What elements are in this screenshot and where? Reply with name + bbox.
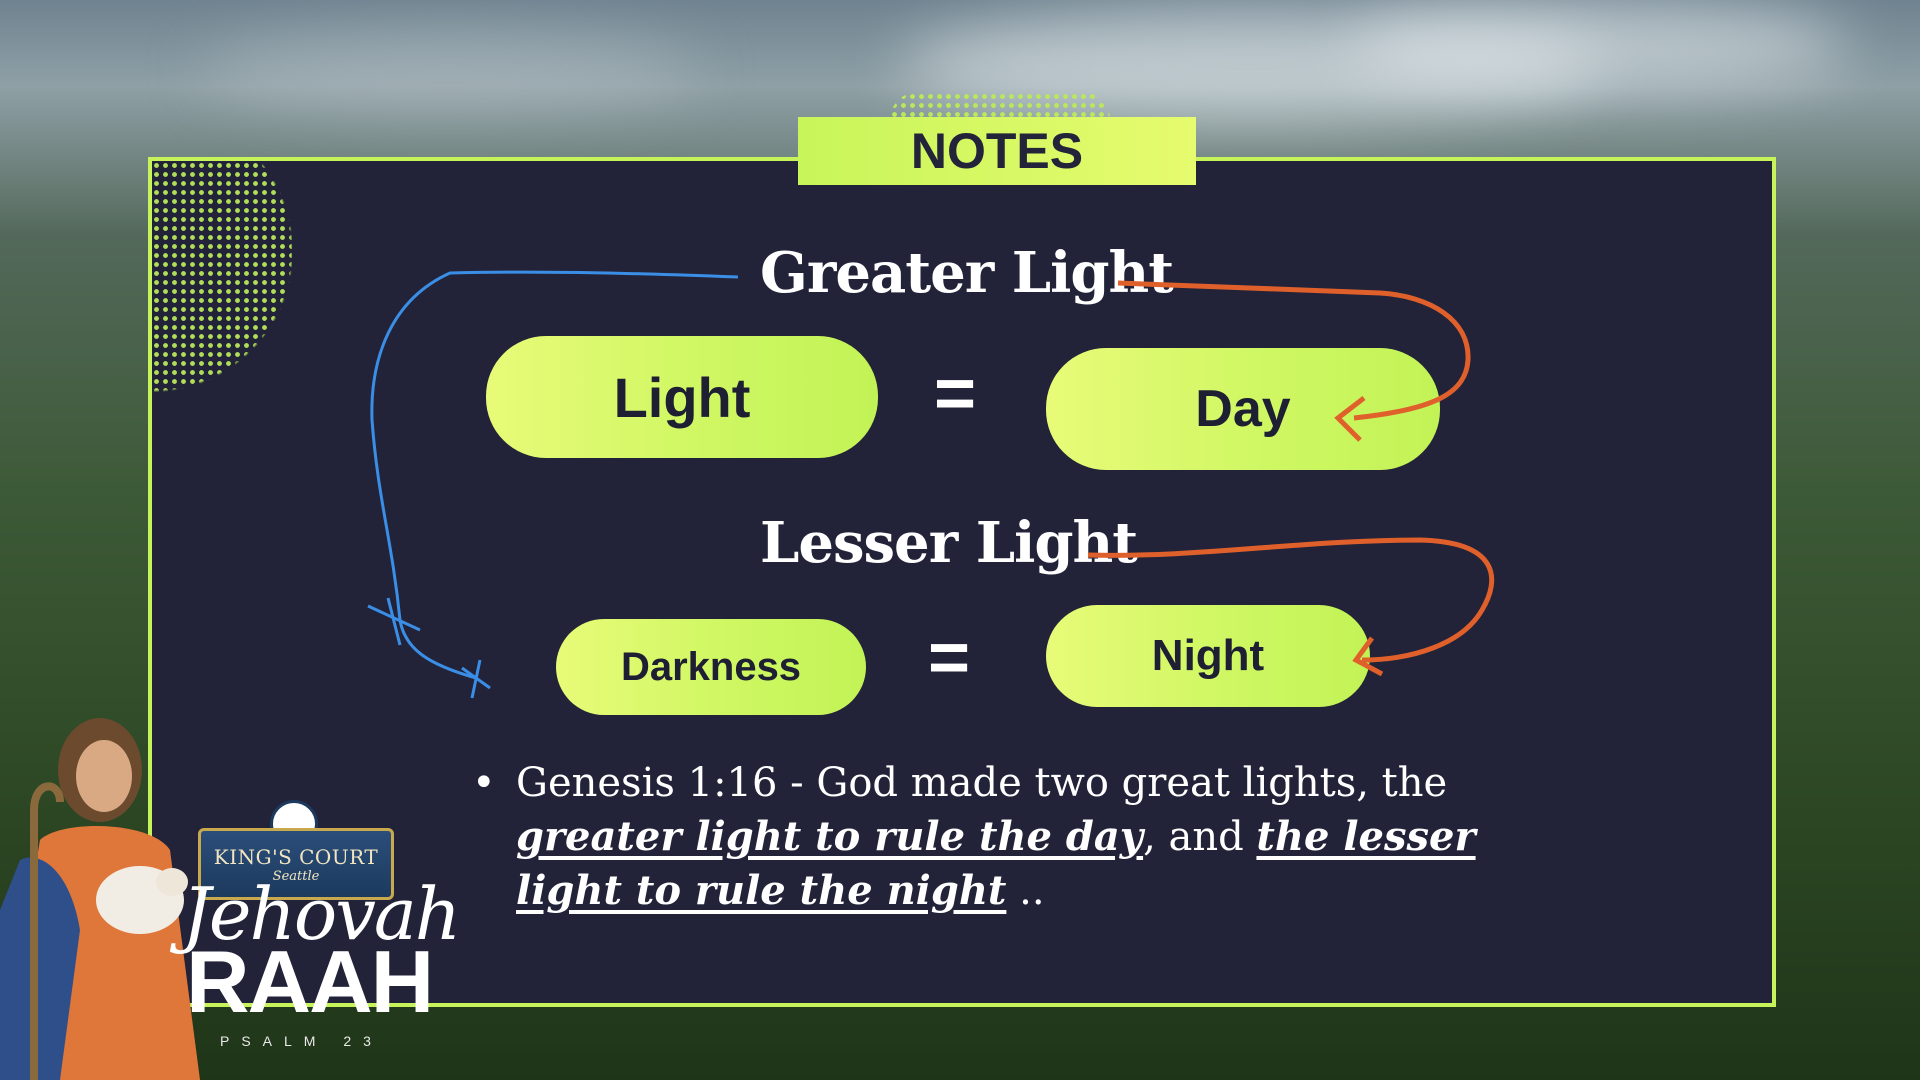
bullet-middle: , and bbox=[1143, 814, 1257, 860]
raah-title: RAAH bbox=[186, 932, 434, 1031]
psalm-reference: PSALM 23 bbox=[220, 1033, 383, 1049]
equals-sign-bottom: = bbox=[928, 618, 971, 698]
notes-tab: NOTES bbox=[798, 117, 1196, 185]
notes-dot-pattern bbox=[890, 92, 1110, 120]
darkness-pill: Darkness bbox=[556, 619, 866, 715]
bullet-suffix: .. bbox=[1006, 868, 1045, 914]
dot-pattern bbox=[152, 161, 292, 461]
jehovah-raah-logo: KING'S COURT Seattle Jehovah RAAH PSALM … bbox=[0, 700, 461, 1080]
bullet-marker: • bbox=[472, 760, 496, 806]
genesis-bullet: • Genesis 1:16 - God made two great ligh… bbox=[472, 756, 1538, 918]
night-pill: Night bbox=[1046, 605, 1370, 707]
light-pill: Light bbox=[486, 336, 878, 458]
badge-title: KING'S COURT bbox=[213, 844, 379, 869]
greater-light-heading: Greater Light bbox=[760, 240, 1174, 306]
bullet-emphasis-greater: greater light to rule the day bbox=[516, 813, 1144, 860]
equals-sign-top: = bbox=[934, 354, 977, 434]
bullet-prefix: Genesis 1:16 - God made two great lights… bbox=[516, 760, 1448, 806]
shepherd-figure bbox=[0, 718, 200, 1080]
day-pill: Day bbox=[1046, 348, 1440, 470]
lesser-light-heading: Lesser Light bbox=[760, 510, 1138, 576]
